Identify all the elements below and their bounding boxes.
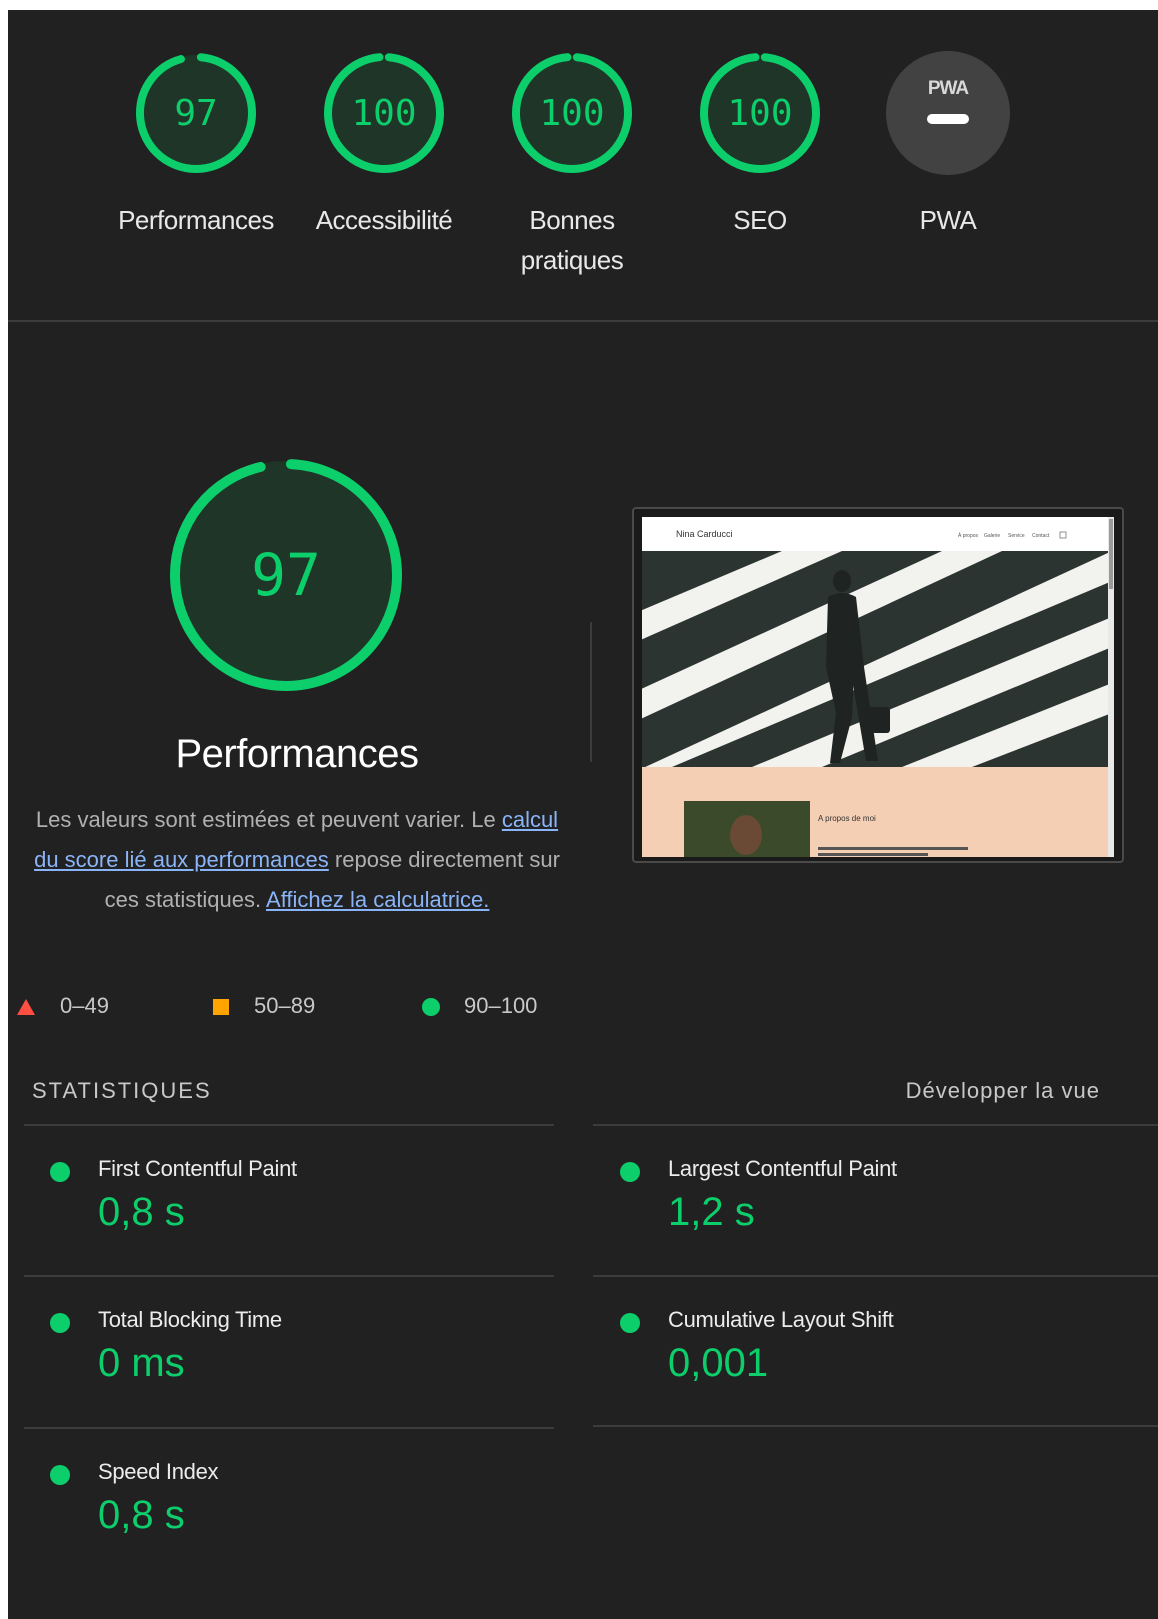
metric-label: First Contentful Paint [98,1156,297,1181]
gauge-best-practices[interactable]: 100 Bonnes pratiques [482,48,662,280]
metric-divider [24,1124,554,1126]
metric-divider [24,1427,554,1429]
preview-nav-2: Galerie [984,533,1000,539]
gauge-score: 97 [174,93,217,134]
gauge-label: Performances [118,205,274,235]
gauge-score: 100 [539,93,604,134]
metric-divider [593,1124,1158,1126]
performance-big-gauge: 97 [163,452,409,703]
preview-nav-4: Contact [1032,533,1050,539]
legend-fail-range: 0–49 [60,993,109,1018]
pass-dot-icon [50,1162,70,1182]
pass-dot-icon [50,1465,70,1485]
performance-description: Les valeurs sont estimées et peuvent var… [28,800,566,920]
legend-pass-range: 90–100 [464,993,538,1018]
metric-label: Total Blocking Time [98,1307,282,1332]
gauge-label: SEO [733,205,787,235]
gauge-score: 100 [351,93,416,134]
big-gauge-score: 97 [251,541,321,609]
legend-average: 50–89 [212,993,315,1019]
metric-value: 1,2 s [668,1190,755,1234]
preview-about-heading: A propos de moi [818,814,876,823]
pwa-badge-icon: PWA [886,51,1010,175]
metric-divider [593,1275,1158,1277]
square-icon [213,999,229,1016]
gauge-pwa[interactable]: PWA PWA [858,48,1038,240]
legend-average-range: 50–89 [254,993,316,1018]
final-screenshot-thumbnail[interactable]: Nina Carducci À propos Galerie Service C… [632,507,1124,863]
pwa-badge-text: PWA [928,78,970,99]
pass-dot-icon [620,1313,640,1333]
preview-site-name: Nina Carducci [676,529,733,539]
gauge-ring: 100 [700,53,820,173]
gauge-performance[interactable]: 97 Performances [106,48,286,240]
vertical-divider [590,622,592,762]
preview-nav-1: À propos [958,532,979,539]
metric-value: 0,001 [668,1341,769,1385]
legend-pass: 90–100 [422,993,537,1019]
gauge-label: Bonnes pratiques [520,205,624,275]
metric-divider [593,1425,1158,1427]
gauge-seo[interactable]: 100 SEO [670,48,850,240]
gauge-ring: 100 [324,53,444,173]
metric-divider [24,1275,554,1277]
triangle-icon [17,999,35,1016]
calculator-link[interactable]: Affichez la calculatrice. [266,887,489,912]
pass-dot-icon [620,1162,640,1182]
section-divider [8,320,1158,322]
gauge-label: PWA [919,205,977,235]
preview-nav-3: Service [1008,533,1025,539]
big-gauge-ring: 97 [170,459,402,691]
gauge-accessibility[interactable]: 100 Accessibilité [294,48,474,240]
metrics-title: STATISTIQUES [32,1078,212,1103]
page-preview-image: Nina Carducci À propos Galerie Service C… [642,517,1114,857]
circle-icon [422,998,440,1017]
expand-view-button[interactable]: Développer la vue [906,1078,1100,1104]
metric-value: 0 ms [98,1341,185,1385]
pwa-dash-icon [927,114,969,124]
metric-label: Largest Contentful Paint [668,1156,897,1181]
metric-value: 0,8 s [98,1190,185,1234]
gauge-ring: 97 [136,53,256,173]
lighthouse-report-panel: 97 Performances 100 Accessibilité 100 Bo… [8,10,1158,1619]
gauge-ring: 100 [512,53,632,173]
metric-value: 0,8 s [98,1493,185,1537]
pass-dot-icon [50,1313,70,1333]
gauge-score: 100 [727,93,792,134]
performance-title: Performances [175,732,419,776]
metric-label: Cumulative Layout Shift [668,1307,894,1332]
legend-fail: 0–49 [16,993,109,1019]
gauge-label: Accessibilité [315,205,453,235]
desc-text-1: Les valeurs sont estimées et peuvent var… [35,807,502,832]
metric-label: Speed Index [98,1459,219,1484]
